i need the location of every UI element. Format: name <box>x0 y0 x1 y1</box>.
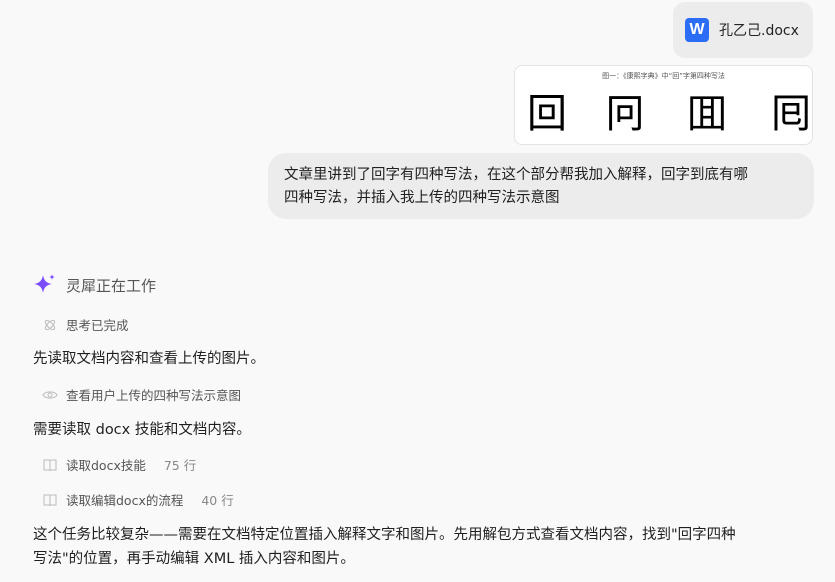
word-document-icon: W <box>685 18 709 42</box>
file-attachment[interactable]: W 孔乙己.docx <box>673 2 813 58</box>
glyph-2: 冋 <box>605 91 645 137</box>
assistant-paragraph-3: 这个任务比较复杂——需要在文档特定位置插入解释文字和图片。先用解包方式查看文档内… <box>33 523 736 571</box>
file-name: 孔乙己.docx <box>719 23 799 39</box>
view-image-step[interactable]: 查看用户上传的四种写法示意图 <box>42 385 241 404</box>
book-icon <box>42 457 58 473</box>
thinking-status[interactable]: 思考已完成 <box>42 315 129 334</box>
read-docx-skill-step[interactable]: 读取docx技能 75 行 <box>42 455 196 474</box>
read-edit-flow-step[interactable]: 读取编辑docx的流程 40 行 <box>42 490 234 509</box>
user-message-line-1: 文章里讲到了回字有四种写法，在这个部分帮我加入解释，回字到底有哪 <box>284 167 748 183</box>
eye-icon <box>42 387 58 403</box>
user-message-line-2: 四种写法，并插入我上传的四种写法示意图 <box>284 190 560 206</box>
atom-icon <box>42 317 58 333</box>
read-docx-skill-label: 读取docx技能 <box>66 458 146 473</box>
user-message-bubble: 文章里讲到了回字有四种写法，在这个部分帮我加入解释，回字到底有哪 四种写法，并插… <box>268 153 814 219</box>
glyph-4: 囘 <box>771 91 811 137</box>
assistant-status-text: 灵犀正在工作 <box>66 276 157 295</box>
assistant-paragraph-1: 先读取文档内容和查看上传的图片。 <box>33 351 265 367</box>
assistant-paragraph-3-line-1: 这个任务比较复杂——需要在文档特定位置插入解释文字和图片。先用解包方式查看文档内… <box>33 527 736 543</box>
glyph-1: 回 <box>527 91 567 137</box>
book-icon <box>42 492 58 508</box>
image-caption: 图一：《康熙字典》中“回”字第四种写法 <box>602 72 725 80</box>
read-edit-flow-label: 读取编辑docx的流程 <box>66 493 184 508</box>
thinking-status-label: 思考已完成 <box>66 318 129 333</box>
view-image-step-label: 查看用户上传的四种写法示意图 <box>66 388 242 403</box>
sparkle-icon <box>34 274 55 293</box>
assistant-status-header: 灵犀正在工作 <box>33 273 156 297</box>
line-count: 40 行 <box>201 493 234 508</box>
uploaded-image-preview[interactable]: 图一：《康熙字典》中“回”字第四种写法 回 冋 囬 囘 <box>514 65 813 145</box>
assistant-paragraph-3-line-2: 写法"的位置，再手动编辑 XML 插入内容和图片。 <box>33 551 355 567</box>
assistant-paragraph-2: 需要读取 docx 技能和文档内容。 <box>33 422 251 438</box>
glyph-3: 囬 <box>687 91 727 137</box>
line-count: 75 行 <box>163 458 197 473</box>
chat-page: W 孔乙己.docx 图一：《康熙字典》中“回”字第四种写法 回 冋 囬 囘 文… <box>0 0 835 582</box>
